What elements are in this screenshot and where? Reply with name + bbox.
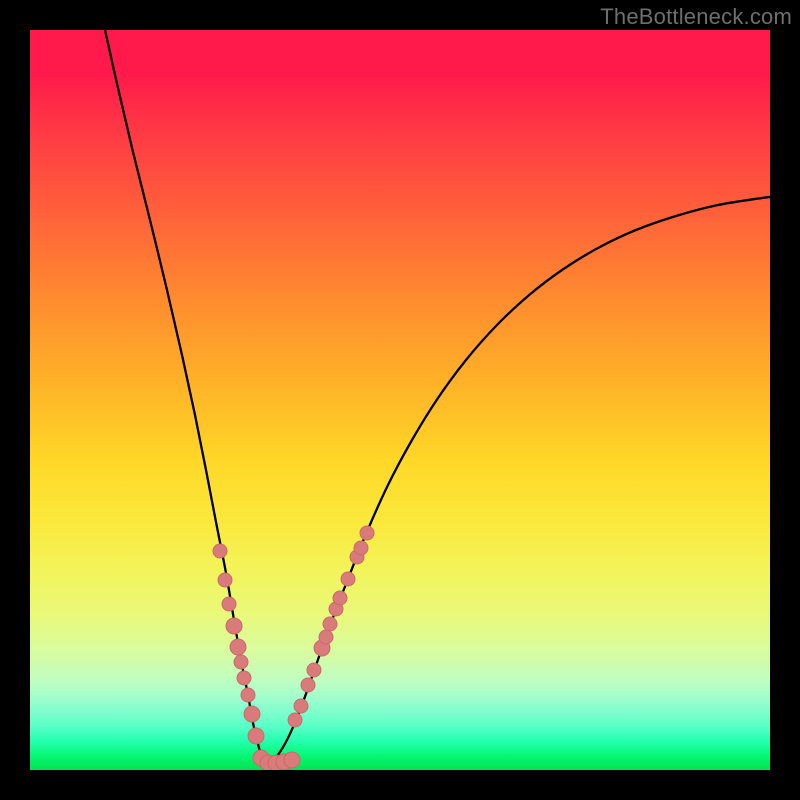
- chart-svg: [30, 30, 770, 770]
- data-marker: [288, 713, 302, 727]
- data-marker: [234, 655, 248, 669]
- data-marker: [222, 597, 236, 611]
- marker-group: [213, 526, 374, 770]
- chart-stage: TheBottleneck.com: [0, 0, 800, 800]
- right-curve: [266, 197, 770, 765]
- curve-group: [105, 30, 770, 765]
- data-marker: [230, 639, 246, 655]
- data-marker: [244, 706, 260, 722]
- data-marker: [218, 573, 232, 587]
- data-marker: [333, 591, 347, 605]
- data-marker: [226, 618, 242, 634]
- data-marker: [241, 688, 255, 702]
- data-marker: [354, 541, 368, 555]
- data-marker: [301, 678, 315, 692]
- data-marker: [323, 617, 337, 631]
- data-marker: [284, 752, 300, 768]
- data-marker: [319, 630, 333, 644]
- plot-area: [30, 30, 770, 770]
- data-marker: [307, 663, 321, 677]
- data-marker: [360, 526, 374, 540]
- data-marker: [248, 728, 264, 744]
- watermark-text: TheBottleneck.com: [600, 4, 792, 30]
- data-marker: [341, 572, 355, 586]
- data-marker: [237, 671, 251, 685]
- data-marker: [213, 544, 227, 558]
- data-marker: [294, 699, 308, 713]
